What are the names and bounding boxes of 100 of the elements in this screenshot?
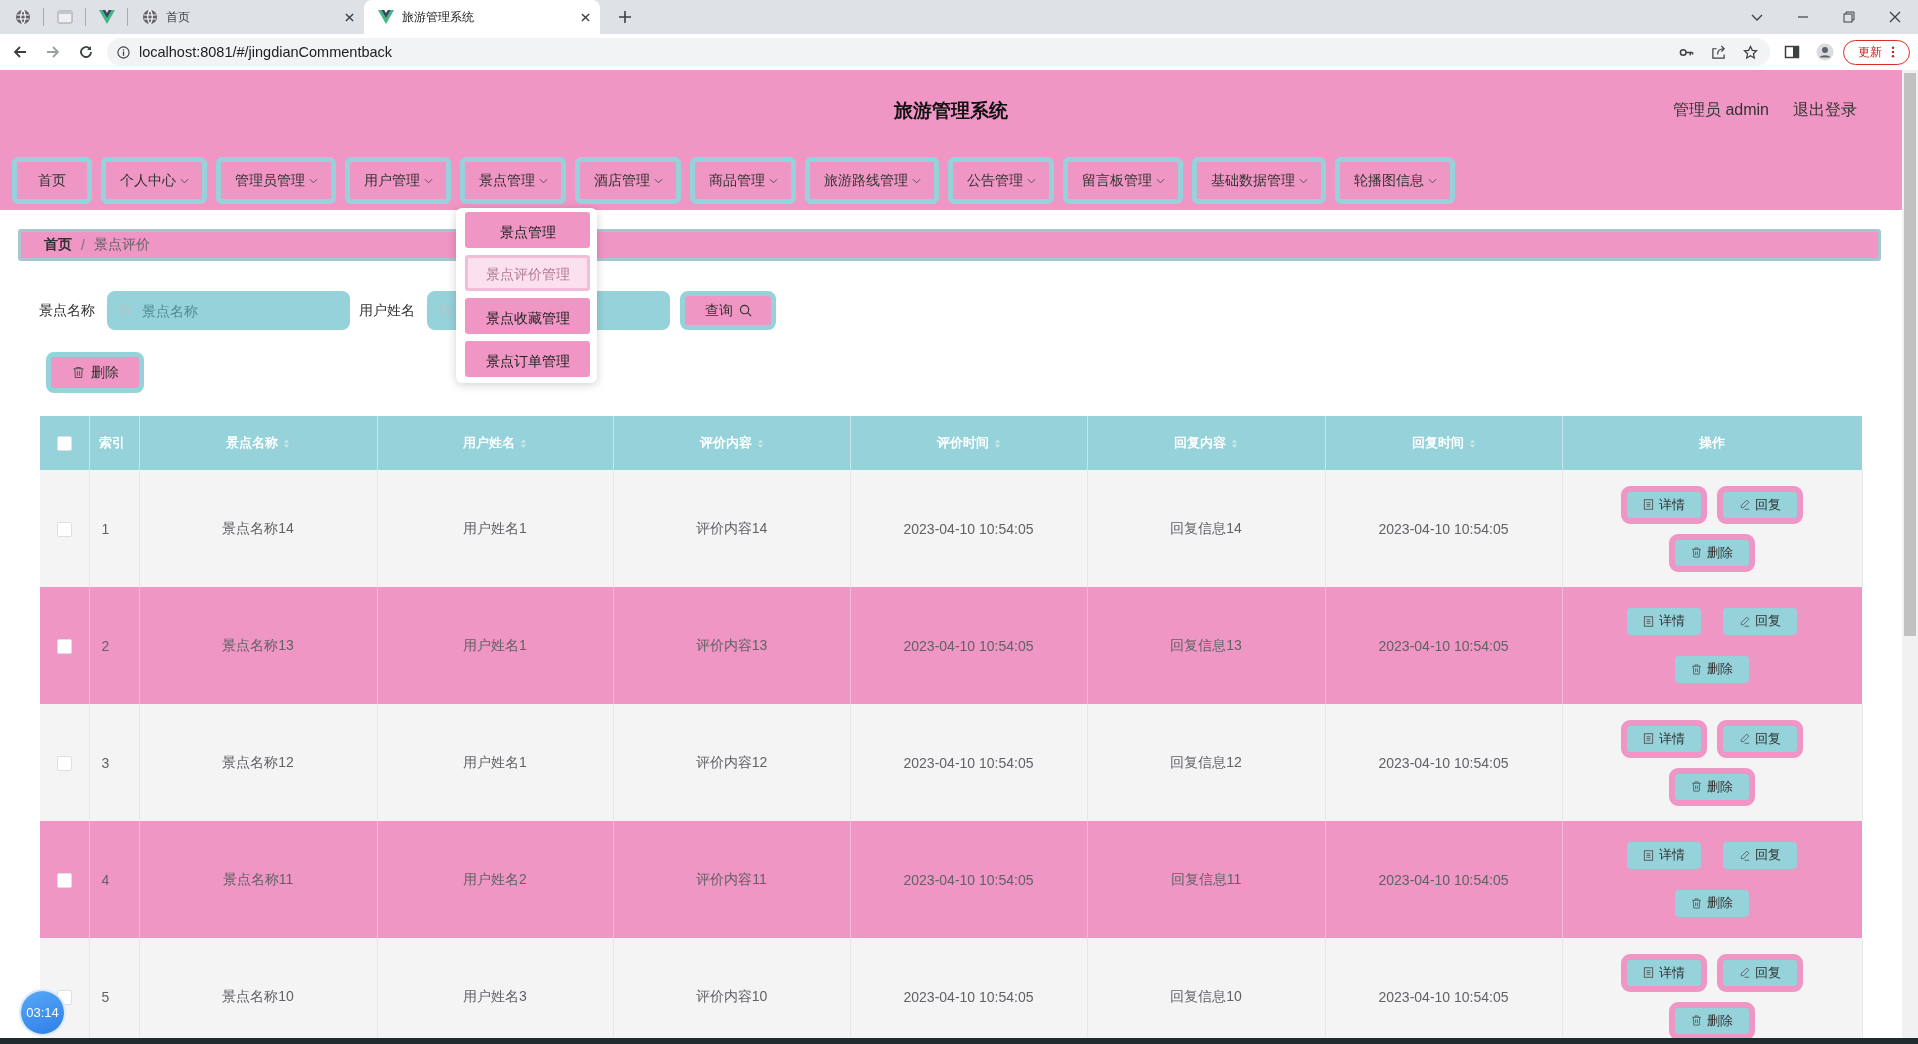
nav-menu-item[interactable]: 首页 — [12, 157, 92, 204]
caret-icon — [912, 177, 921, 184]
breadcrumb-current: 景点评价 — [93, 236, 150, 254]
document-icon — [1643, 733, 1654, 744]
search-icon — [439, 304, 452, 317]
detail-button[interactable]: 详情 — [1627, 841, 1701, 869]
delete-button[interactable]: 删除 — [1669, 533, 1755, 572]
star-icon[interactable] — [1743, 44, 1759, 60]
caret-icon — [769, 177, 778, 184]
address-bar[interactable]: localhost:8081/#/jingdianCommentback — [106, 38, 1771, 66]
delete-button[interactable]: 删除 — [1669, 767, 1755, 806]
caret-icon — [654, 177, 663, 184]
caret-icon — [424, 177, 433, 184]
field-label: 用户姓名 — [359, 301, 415, 320]
trash-icon — [1691, 547, 1702, 558]
document-icon — [1643, 967, 1654, 978]
row-checkbox[interactable] — [56, 872, 72, 888]
detail-button[interactable]: 详情 — [1621, 953, 1707, 992]
forward-arrow-icon[interactable] — [45, 44, 61, 60]
breadcrumb-separator: / — [81, 237, 85, 253]
reload-icon[interactable] — [77, 44, 94, 60]
reply-button[interactable]: 回复 — [1717, 953, 1803, 992]
delete-button[interactable]: 删除 — [1669, 1001, 1755, 1038]
caret-icon — [1428, 177, 1437, 184]
search-field[interactable]: 景点名称 — [107, 291, 350, 330]
pencil-icon — [1739, 967, 1750, 978]
caret-icon — [309, 177, 318, 184]
globe-icon — [142, 9, 158, 25]
info-icon[interactable] — [116, 45, 130, 59]
caret-icon — [1156, 177, 1165, 184]
detail-button[interactable]: 详情 — [1621, 485, 1707, 524]
share-icon[interactable] — [1711, 44, 1727, 60]
pencil-icon — [1739, 615, 1750, 627]
trash-icon — [71, 366, 85, 379]
nav-menu-item[interactable]: 用户管理 — [345, 157, 451, 204]
nav-menu-item[interactable]: 留言板管理 — [1063, 157, 1183, 204]
more-vertical-icon[interactable] — [1891, 46, 1895, 58]
document-icon — [1643, 499, 1654, 510]
field-label: 景点名称 — [39, 301, 95, 320]
nav-menu-item[interactable]: 旅游路线管理 — [805, 157, 939, 204]
v-logo-icon — [378, 9, 394, 25]
document-icon — [1643, 849, 1654, 861]
delete-button[interactable]: 删除 — [46, 352, 144, 393]
back-arrow-icon[interactable] — [12, 44, 28, 60]
caret-icon — [1299, 177, 1308, 184]
close-icon[interactable] — [1889, 11, 1901, 23]
recording-timer-toast: 03:14 — [21, 991, 64, 1034]
trash-icon — [1691, 663, 1702, 675]
reply-button[interactable]: 回复 — [1717, 485, 1803, 524]
browser-tab[interactable]: 首页 — [128, 0, 364, 34]
caret-icon — [180, 177, 189, 184]
dropdown-item[interactable]: 景点管理 — [465, 212, 590, 248]
reply-button[interactable]: 回复 — [1717, 719, 1803, 758]
browser-tab[interactable]: 旅游管理系统 — [364, 0, 600, 34]
caret-icon — [539, 177, 548, 184]
dropdown-item[interactable]: 景点收藏管理 — [465, 298, 590, 334]
trash-icon — [1691, 781, 1702, 792]
detail-button[interactable]: 详情 — [1627, 607, 1701, 635]
pencil-icon — [1739, 499, 1750, 510]
detail-button[interactable]: 详情 — [1621, 719, 1707, 758]
close-tab-icon[interactable] — [581, 12, 590, 22]
restore-icon[interactable] — [1843, 11, 1855, 23]
logout-link[interactable]: 退出登录 — [1793, 100, 1857, 121]
document-icon — [1643, 615, 1654, 627]
row-checkbox[interactable] — [56, 638, 72, 654]
row-checkbox[interactable] — [56, 755, 72, 771]
blank-page-icon — [56, 9, 73, 25]
new-tab-icon[interactable] — [618, 10, 632, 24]
nav-menu-item[interactable]: 个人中心 — [101, 157, 207, 204]
trash-icon — [1691, 1015, 1702, 1026]
delete-button[interactable]: 删除 — [1675, 655, 1749, 683]
nav-menu-item[interactable]: 公告管理 — [948, 157, 1054, 204]
scrollbar-thumb[interactable] — [1904, 73, 1916, 636]
delete-button[interactable]: 删除 — [1675, 889, 1749, 917]
nav-menu-item[interactable]: 酒店管理 — [575, 157, 681, 204]
nav-menu-item[interactable]: 基础数据管理 — [1192, 157, 1326, 204]
update-button[interactable]: 更新 — [1843, 39, 1910, 65]
pencil-icon — [1739, 849, 1750, 861]
nav-menu-item[interactable]: 轮播图信息 — [1335, 157, 1455, 204]
nav-menu-item[interactable]: 景点管理 — [460, 157, 566, 204]
search-icon — [119, 304, 132, 317]
user-label: 管理员 admin — [1672, 100, 1769, 120]
select-all-checkbox[interactable] — [56, 436, 72, 452]
query-button[interactable]: 查询 — [680, 291, 776, 330]
url-text[interactable]: localhost:8081/#/jingdianCommentback — [138, 44, 1663, 60]
site-title: 旅游管理系统 — [894, 98, 1008, 123]
row-checkbox[interactable] — [56, 521, 72, 537]
dropdown-item[interactable]: 景点订单管理 — [465, 341, 590, 377]
close-tab-icon[interactable] — [345, 12, 354, 22]
breadcrumb-link[interactable]: 首页 — [44, 236, 72, 254]
nav-menu-item[interactable]: 管理员管理 — [216, 157, 336, 204]
reply-button[interactable]: 回复 — [1723, 841, 1797, 869]
search-icon — [738, 304, 752, 317]
profile-icon[interactable] — [1816, 43, 1834, 61]
caret-icon — [1027, 177, 1036, 184]
nav-menu-item[interactable]: 商品管理 — [690, 157, 796, 204]
scrollbar[interactable] — [1902, 70, 1918, 1038]
globe-icon — [14, 9, 31, 25]
reply-button[interactable]: 回复 — [1723, 607, 1797, 635]
sidebar-icon[interactable] — [1784, 44, 1800, 60]
